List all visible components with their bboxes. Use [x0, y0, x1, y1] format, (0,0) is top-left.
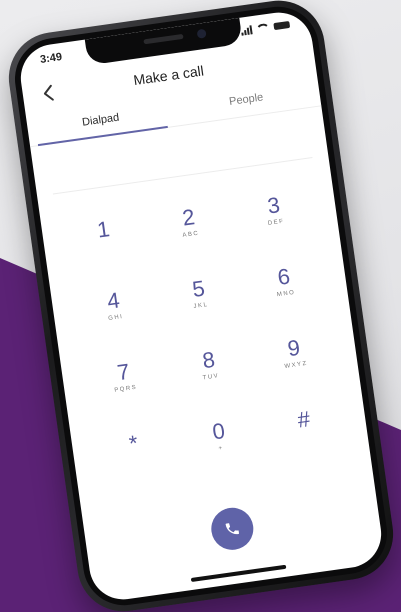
key-digit: 9 [285, 334, 302, 362]
key-digit: 1 [95, 216, 111, 243]
status-time: 3:49 [38, 50, 63, 66]
dialpad: 1 2 ABC 3 DEF 4 GHI 5 JKL 6 MNO 7 PQRS 8… [56, 169, 352, 490]
key-digit: 8 [200, 346, 216, 374]
speaker-grille [142, 33, 184, 45]
key-digit: 2 [180, 204, 196, 231]
key-letters [305, 434, 306, 442]
key-letters: + [217, 445, 224, 452]
dialpad-key-1[interactable]: 1 [56, 193, 151, 276]
dialpad-key-hash[interactable]: # [256, 383, 351, 466]
dialpad-key-7[interactable]: 7 PQRS [76, 336, 171, 419]
key-letters: DEF [267, 218, 285, 227]
key-digit: 7 [115, 358, 131, 386]
wifi-icon [254, 22, 270, 34]
phone-icon [225, 523, 239, 535]
dialpad-key-8[interactable]: 8 TUV [161, 324, 256, 407]
dialpad-key-3[interactable]: 3 DEF [226, 169, 321, 252]
key-digit: 0 [210, 418, 226, 445]
key-letters: ABC [181, 230, 200, 239]
key-digit: 5 [190, 275, 206, 302]
key-letters [105, 244, 106, 252]
key-digit: 3 [265, 192, 282, 219]
key-digit: 6 [275, 263, 292, 290]
key-digit: # [295, 406, 312, 433]
battery-icon [272, 20, 290, 31]
status-icons [240, 20, 290, 36]
call-button[interactable] [208, 505, 256, 553]
key-letters [135, 458, 136, 466]
key-letters: PQRS [113, 384, 138, 394]
dialpad-key-5[interactable]: 5 JKL [151, 252, 246, 335]
dialpad-key-9[interactable]: 9 WXYZ [246, 312, 341, 395]
signal-icon [240, 25, 253, 36]
dialpad-key-6[interactable]: 6 MNO [236, 241, 331, 324]
marketing-scene: 3:49 Make a call Dialpad People 1 2 ABC … [0, 0, 401, 612]
dialpad-key-2[interactable]: 2 ABC [141, 181, 236, 264]
key-letters: MNO [276, 289, 296, 299]
front-camera [196, 28, 207, 39]
key-letters: TUV [201, 373, 220, 382]
key-digit: * [126, 430, 139, 457]
key-letters: GHI [107, 313, 124, 322]
key-digit: 4 [105, 287, 121, 314]
dialpad-key-0[interactable]: 0 + [171, 395, 266, 478]
dialpad-key-4[interactable]: 4 GHI [66, 264, 161, 347]
key-letters: JKL [192, 301, 209, 311]
dialpad-key-star[interactable]: * [86, 407, 181, 490]
key-letters: WXYZ [283, 360, 308, 370]
